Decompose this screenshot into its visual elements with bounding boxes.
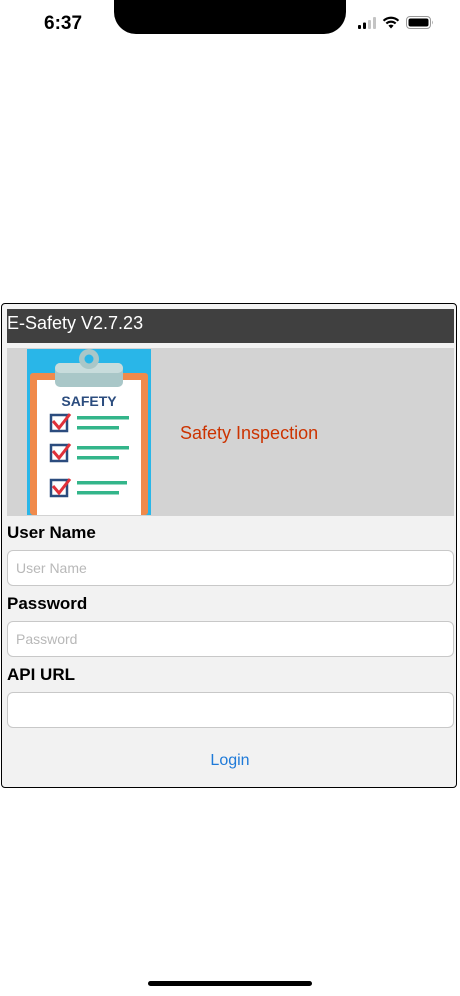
app-title: E-Safety V2.7.23: [7, 313, 144, 333]
login-card: E-Safety V2.7.23 SAFETY Safety Inspectio: [1, 303, 457, 788]
password-input[interactable]: [7, 621, 454, 657]
home-indicator[interactable]: [148, 981, 312, 986]
signal-icon: [358, 16, 376, 29]
status-bar: 6:37: [0, 0, 460, 50]
login-button[interactable]: Login: [180, 748, 280, 774]
title-bar: E-Safety V2.7.23: [7, 309, 454, 343]
header-banner: SAFETY Safety Inspection: [7, 348, 454, 516]
api-url-label: API URL: [7, 665, 75, 684]
api-url-input[interactable]: [7, 692, 454, 728]
password-label: Password: [7, 594, 88, 613]
status-icons: [358, 16, 434, 29]
safety-clipboard-logo: SAFETY: [27, 349, 151, 515]
battery-icon: [406, 16, 433, 29]
logo-text: SAFETY: [61, 393, 117, 409]
username-input[interactable]: [7, 550, 454, 586]
status-time: 6:37: [44, 13, 83, 34]
banner-heading: Safety Inspection: [180, 423, 319, 443]
wifi-icon: [382, 16, 400, 29]
device-notch: [114, 0, 346, 34]
username-label: User Name: [7, 523, 96, 542]
